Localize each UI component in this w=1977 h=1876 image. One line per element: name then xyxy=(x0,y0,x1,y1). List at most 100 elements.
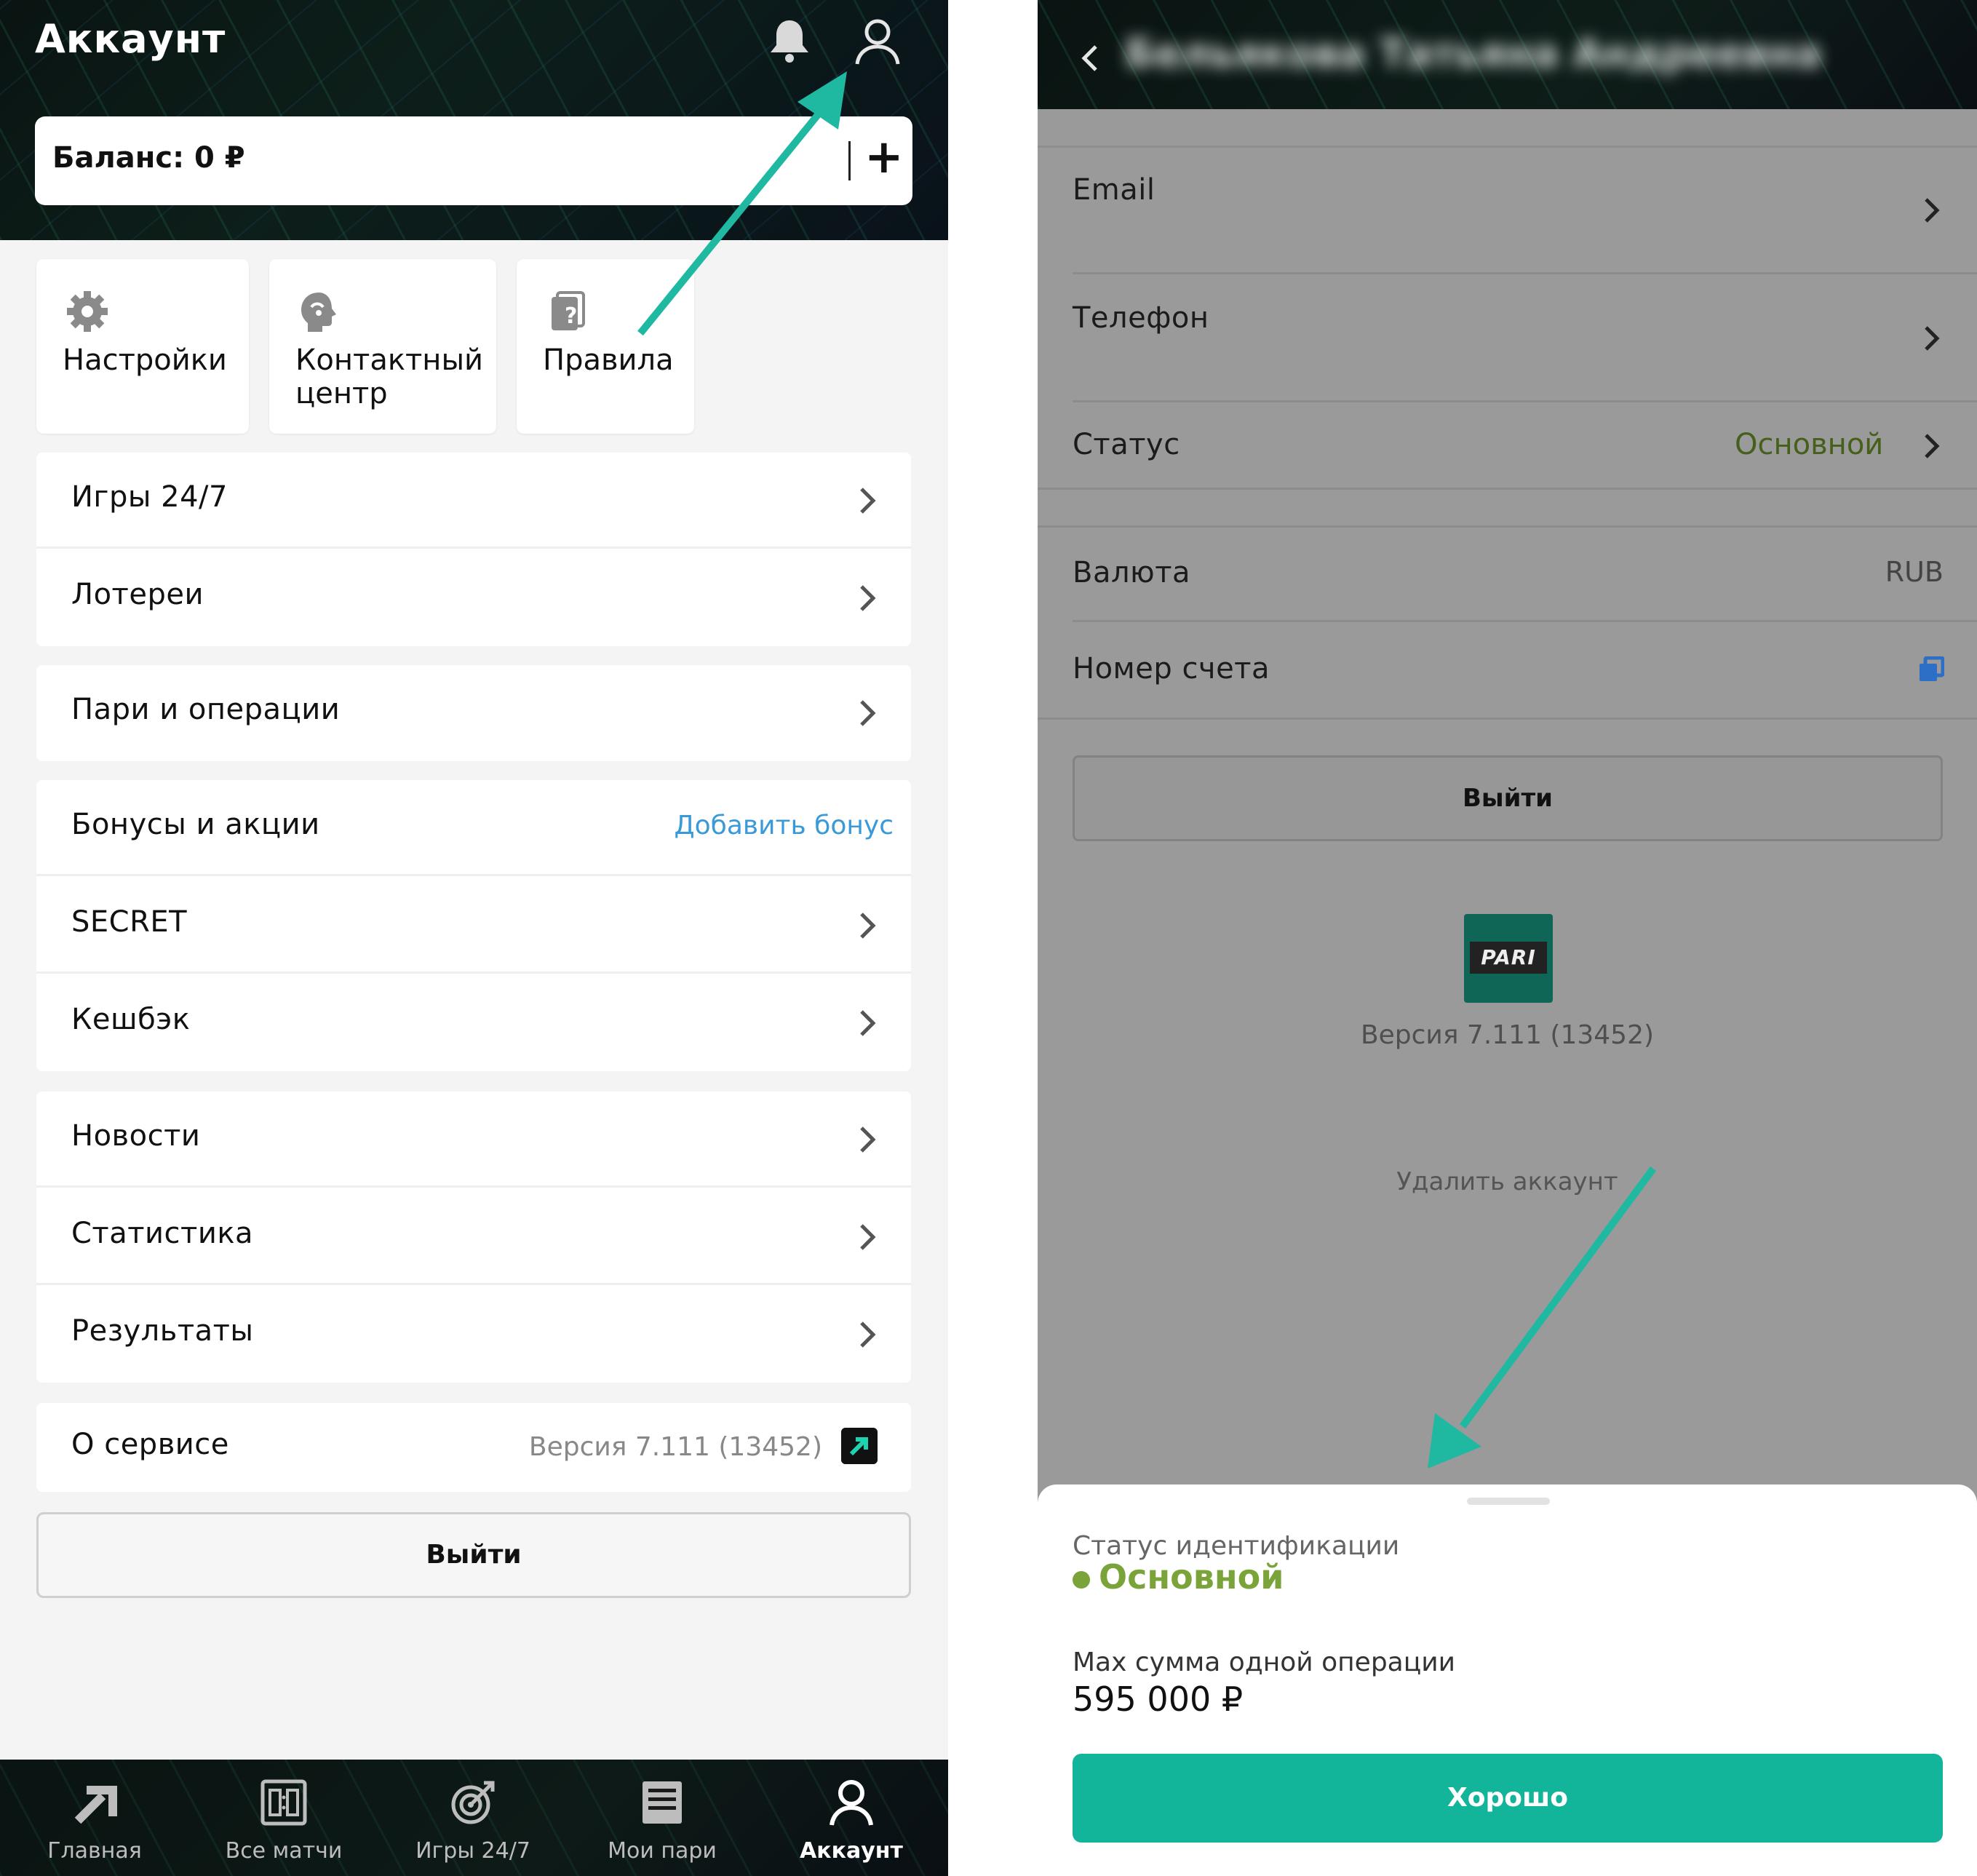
menu-item-lotteries[interactable]: Лотереи xyxy=(36,550,911,646)
version-text: Версия 7.111 (13452) xyxy=(1360,1020,1655,1050)
divider xyxy=(1073,272,1977,274)
settings-label: Настройки xyxy=(63,343,227,377)
chevron-right-icon xyxy=(1925,326,1940,351)
sheet-handle[interactable] xyxy=(1467,1498,1550,1505)
status-dot-icon xyxy=(1073,1570,1090,1589)
gear-icon xyxy=(67,291,108,332)
account-header: Аккаунт Баланс: 0 ₽ + xyxy=(0,0,948,240)
add-funds-button[interactable]: + xyxy=(864,128,904,186)
scoreboard-icon xyxy=(260,1779,307,1826)
balance-label: Баланс: 0 ₽ xyxy=(52,141,245,175)
page-title: Аккаунт xyxy=(35,16,226,62)
menu-group-bets: Пари и операции xyxy=(36,665,911,761)
contact-center-card[interactable]: Контактный центр xyxy=(269,259,496,434)
bell-icon[interactable] xyxy=(764,16,815,67)
menu-item-label: Новости xyxy=(71,1119,201,1153)
menu-item-label: Пари и операции xyxy=(71,693,341,726)
menu-item-stats[interactable]: Статистика xyxy=(36,1189,911,1285)
chevron-right-icon xyxy=(860,1010,876,1036)
menu-item-news[interactable]: Новости xyxy=(36,1092,911,1188)
service-logo-icon xyxy=(841,1428,878,1464)
nav-item-home[interactable]: Главная xyxy=(0,1767,189,1876)
ok-button[interactable]: Хорошо xyxy=(1073,1754,1943,1843)
status-value: Основной xyxy=(1735,428,1884,461)
currency-value: RUB xyxy=(1885,556,1944,588)
identification-sheet: Статус идентификации Основной Max сумма … xyxy=(1038,1484,1977,1876)
identification-status: Основной xyxy=(1073,1557,1284,1597)
menu-item-label: Кешбэк xyxy=(71,1003,191,1036)
receipt-icon xyxy=(643,1781,682,1824)
nav-item-all-matches[interactable]: Все матчи xyxy=(189,1767,378,1876)
menu-item-bets[interactable]: Пари и операции xyxy=(36,665,911,761)
nav-item-account[interactable]: Аккаунт xyxy=(757,1767,946,1876)
chevron-right-icon xyxy=(860,1224,876,1250)
menu-item-cashback[interactable]: Кешбэк xyxy=(36,975,911,1071)
nav-label: Аккаунт xyxy=(800,1838,903,1864)
status-label: Статус xyxy=(1073,428,1180,461)
delete-account-link[interactable]: Удалить аккаунт xyxy=(1038,1167,1977,1196)
version-text: Версия 7.111 (13452) xyxy=(528,1432,822,1462)
menu-group-games: Игры 24/7 Лотереи xyxy=(36,453,911,646)
balance-bar[interactable]: Баланс: 0 ₽ + xyxy=(35,116,912,205)
chevron-right-icon xyxy=(860,1126,876,1153)
menu-group-bonuses: Бонусы и акции Добавить бонус SECRET Кеш… xyxy=(36,780,911,1071)
menu-item-games[interactable]: Игры 24/7 xyxy=(36,453,911,549)
menu-item-label: Игры 24/7 xyxy=(71,480,228,514)
rules-card[interactable]: ? Правила xyxy=(517,259,694,434)
divider xyxy=(1038,718,1977,720)
pari-logo: PARI xyxy=(1464,914,1553,1003)
nav-item-games[interactable]: Игры 24/7 xyxy=(378,1767,568,1876)
pari-logo-text: PARI xyxy=(1470,942,1547,974)
nav-label: Мои пари xyxy=(608,1838,717,1864)
chat-head-icon xyxy=(301,293,336,332)
max-amount-value: 595 000 ₽ xyxy=(1073,1680,1244,1719)
target-icon xyxy=(451,1781,495,1824)
settings-card[interactable]: Настройки xyxy=(36,259,249,434)
max-amount-label: Max сумма одной операции xyxy=(1073,1648,1456,1677)
copy-icon[interactable] xyxy=(1918,656,1944,683)
divider xyxy=(1038,488,1977,490)
chevron-right-icon xyxy=(860,913,876,939)
menu-item-about[interactable]: О сервисе Версия 7.111 (13452) xyxy=(36,1403,911,1492)
divider xyxy=(1038,525,1977,528)
nav-label: Игры 24/7 xyxy=(415,1838,530,1864)
bottom-nav: Главная Все матчи Игры 24/7 Мои пари Акк… xyxy=(0,1760,948,1876)
nav-item-my-bets[interactable]: Мои пари xyxy=(568,1767,757,1876)
logout-button[interactable]: Выйти xyxy=(1073,755,1943,841)
nav-label: Все матчи xyxy=(225,1838,343,1864)
email-label: Email xyxy=(1073,173,1155,207)
account-screen: Аккаунт Баланс: 0 ₽ + Настройки Контактн… xyxy=(0,0,948,1876)
logout-button[interactable]: Выйти xyxy=(36,1512,911,1598)
profile-name-blurred: Бельякова Татьяна Андреевна xyxy=(1125,31,1822,76)
menu-item-label: Бонусы и акции xyxy=(71,808,320,841)
account-number-label: Номер счета xyxy=(1073,652,1270,685)
menu-item-bonuses[interactable]: Бонусы и акции Добавить бонус xyxy=(36,780,911,876)
svg-text:?: ? xyxy=(565,303,577,329)
contact-center-label: Контактный центр xyxy=(295,343,484,410)
balance-divider xyxy=(848,141,851,180)
divider xyxy=(1073,620,1977,622)
menu-group-about: О сервисе Версия 7.111 (13452) xyxy=(36,1403,911,1492)
phone-label: Телефон xyxy=(1073,301,1209,335)
menu-group-info: Новости Статистика Результаты xyxy=(36,1092,911,1383)
menu-item-label: Результаты xyxy=(71,1314,254,1348)
add-bonus-link[interactable]: Добавить бонус xyxy=(674,811,894,840)
menu-item-label: Статистика xyxy=(71,1217,253,1250)
menu-item-label: Лотереи xyxy=(71,578,204,611)
rules-label: Правила xyxy=(543,343,674,377)
user-icon xyxy=(830,1780,873,1826)
back-arrow-icon[interactable] xyxy=(1078,42,1100,74)
menu-item-results[interactable]: Результаты xyxy=(36,1287,911,1383)
user-icon[interactable] xyxy=(851,15,904,67)
chevron-right-icon xyxy=(860,585,876,611)
chevron-right-icon xyxy=(1925,434,1940,458)
profile-screen: Бельякова Татьяна Андреевна Email Телефо… xyxy=(1038,0,1977,1876)
home-arrow-icon xyxy=(74,1786,117,1824)
chevron-right-icon xyxy=(1925,198,1940,223)
divider xyxy=(1073,400,1977,402)
chevron-right-icon xyxy=(860,1321,876,1348)
menu-item-secret[interactable]: SECRET xyxy=(36,878,911,974)
sheet-title: Статус идентификации xyxy=(1073,1531,1400,1561)
menu-item-label: SECRET xyxy=(71,905,188,939)
menu-item-label: О сервисе xyxy=(71,1428,229,1461)
